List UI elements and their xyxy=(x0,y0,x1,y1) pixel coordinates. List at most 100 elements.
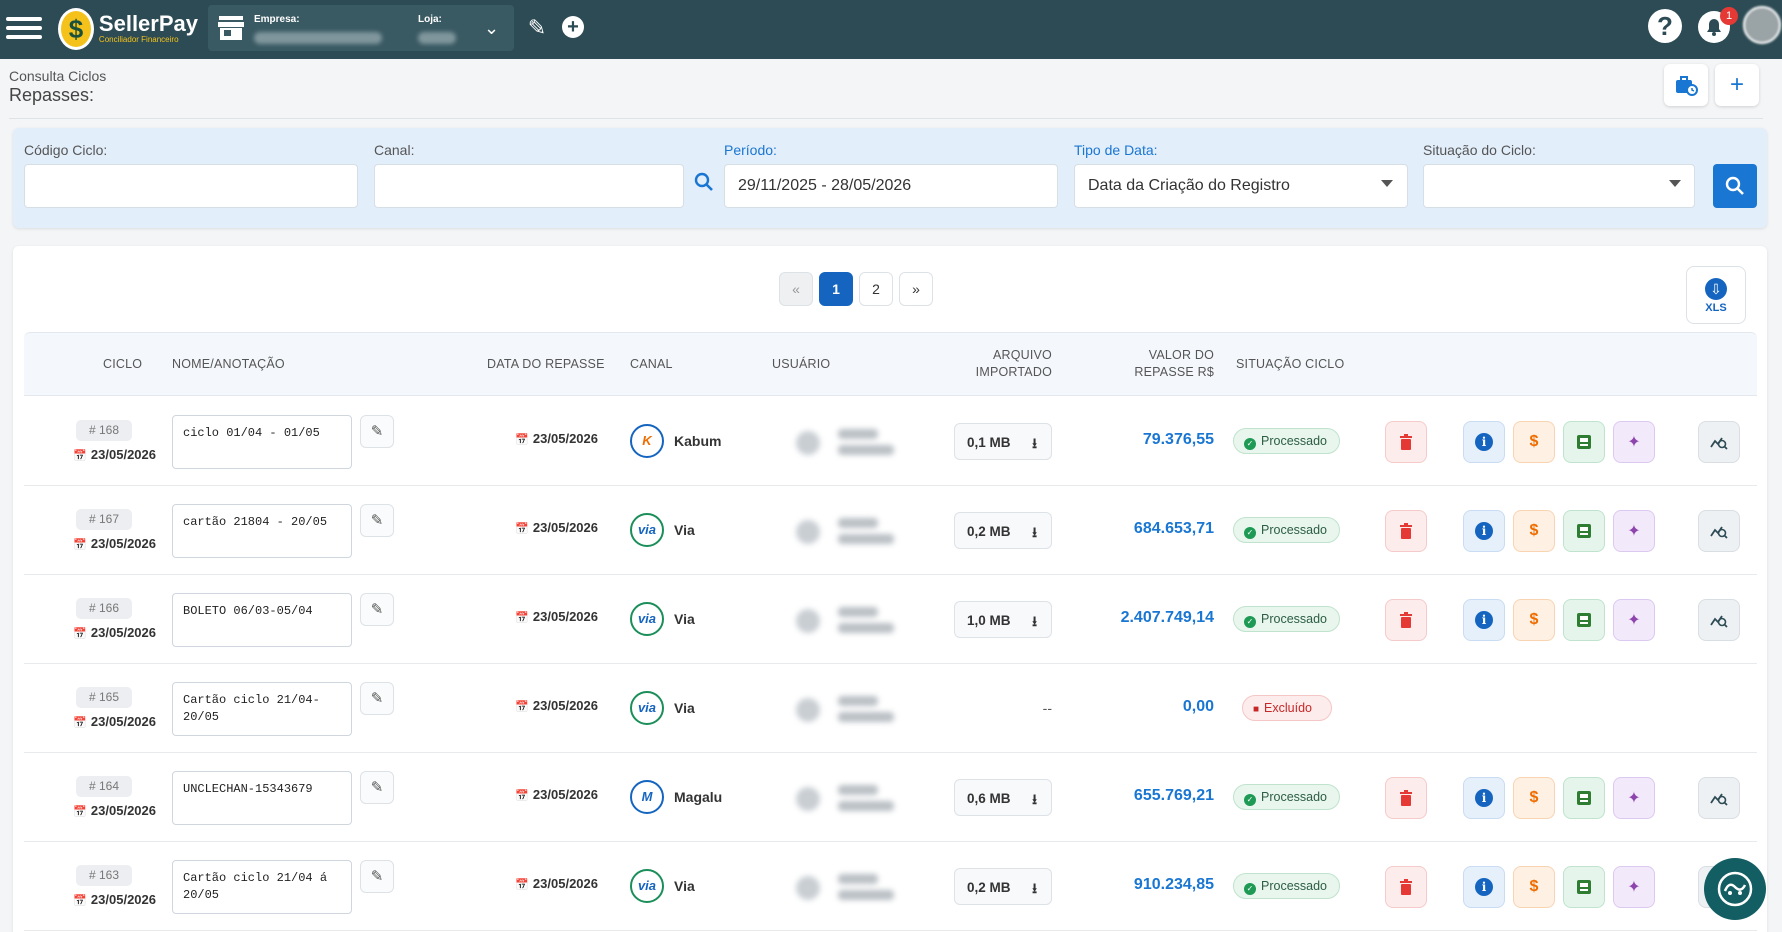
repasse-date: 📅 23/05/2026 xyxy=(454,876,598,891)
delete-button[interactable] xyxy=(1385,599,1427,641)
info-button[interactable]: i xyxy=(1463,777,1505,819)
search-button[interactable] xyxy=(1713,164,1757,208)
tipo-data-caret-icon[interactable] xyxy=(1381,180,1393,187)
add-button[interactable]: + xyxy=(1715,64,1759,106)
status-text: Processado xyxy=(1261,523,1328,537)
page-1[interactable]: 1 xyxy=(819,272,853,306)
delete-button[interactable] xyxy=(1385,510,1427,552)
trash-icon xyxy=(1400,612,1412,628)
th-valor-1[interactable]: VALOR DO xyxy=(1084,348,1214,362)
status-text: Excluído xyxy=(1264,701,1312,715)
info-button[interactable]: i xyxy=(1463,599,1505,641)
note-field[interactable]: ciclo 01/04 - 01/05 xyxy=(172,415,352,469)
ai-button[interactable]: ✦ xyxy=(1613,510,1655,552)
repasse-date-text: 23/05/2026 xyxy=(532,698,598,713)
table-row: # 167 📅 23/05/2026 cartão 21804 - 20/05 ✎ 📅 23… xyxy=(24,486,1757,575)
sparkle-icon: ✦ xyxy=(1627,434,1641,451)
edit-note-button[interactable]: ✎ xyxy=(360,860,394,893)
download-file-button[interactable]: 0,2 MB ⭳ xyxy=(954,512,1052,549)
ciclo-date-text: 23/05/2026 xyxy=(90,625,156,640)
menu-icon[interactable] xyxy=(6,12,42,46)
note-field[interactable]: Cartão ciclo 21/04 á 20/05 xyxy=(172,860,352,914)
analysis-button[interactable] xyxy=(1698,421,1740,463)
situacao-caret-icon[interactable] xyxy=(1669,180,1681,187)
note-field[interactable]: UNCLECHAN-15343679 xyxy=(172,771,352,825)
analysis-button[interactable] xyxy=(1698,510,1740,552)
sheet-button[interactable] xyxy=(1563,510,1605,552)
money-button[interactable]: $ xyxy=(1513,421,1555,463)
money-button[interactable]: $ xyxy=(1513,866,1555,908)
download-file-button[interactable]: 0,6 MB ⭳ xyxy=(954,779,1052,816)
analysis-button[interactable] xyxy=(1698,599,1740,641)
note-field[interactable]: BOLETO 06/03-05/04 xyxy=(172,593,352,647)
download-icon: ⭳ xyxy=(1032,613,1037,629)
info-icon: i xyxy=(1475,522,1493,540)
th-canal[interactable]: CANAL xyxy=(630,357,673,371)
download-file-button[interactable]: 0,2 MB ⭳ xyxy=(954,868,1052,905)
money-button[interactable]: $ xyxy=(1513,777,1555,819)
sheet-button[interactable] xyxy=(1563,777,1605,819)
info-button[interactable]: i xyxy=(1463,510,1505,552)
chevron-down-icon[interactable]: ⌄ xyxy=(484,18,499,39)
sheet-button[interactable] xyxy=(1563,599,1605,641)
page-next[interactable]: » xyxy=(899,272,933,306)
periodo-input[interactable]: 29/11/2025 - 28/05/2026 xyxy=(724,164,1058,208)
sheet-button[interactable] xyxy=(1563,421,1605,463)
canal-input[interactable] xyxy=(374,164,684,208)
canal-label: Canal: xyxy=(374,142,415,158)
info-button[interactable]: i xyxy=(1463,421,1505,463)
repasse-date: 📅 23/05/2026 xyxy=(454,787,598,802)
table-row: # 165 📅 23/05/2026 Cartão ciclo 21/04-20/05… xyxy=(24,664,1757,753)
ciclo-date-text: 23/05/2026 xyxy=(90,536,156,551)
edit-note-button[interactable]: ✎ xyxy=(360,682,394,715)
th-valor-2[interactable]: REPASSE R$ xyxy=(1084,365,1214,379)
edit-note-button[interactable]: ✎ xyxy=(360,415,394,448)
delete-button[interactable] xyxy=(1385,866,1427,908)
ai-button[interactable]: ✦ xyxy=(1613,599,1655,641)
edit-note-button[interactable]: ✎ xyxy=(360,504,394,537)
plus-circle-icon[interactable]: + xyxy=(562,16,584,38)
app-logo[interactable]: $ SellerPay Conciliador Financeiro xyxy=(58,5,198,53)
note-field[interactable]: Cartão ciclo 21/04-20/05 xyxy=(172,682,352,736)
download-file-button[interactable]: 1,0 MB ⭳ xyxy=(954,601,1052,638)
calendar-settings-button[interactable] xyxy=(1664,64,1708,106)
calendar-icon: 📅 xyxy=(515,434,529,446)
trash-icon xyxy=(1400,879,1412,895)
user-avatar[interactable] xyxy=(1743,6,1781,44)
page-2[interactable]: 2 xyxy=(859,272,893,306)
calendar-icon: 📅 xyxy=(73,450,87,462)
sparkle-icon: ✦ xyxy=(1627,879,1641,896)
ai-button[interactable]: ✦ xyxy=(1613,777,1655,819)
delete-button[interactable] xyxy=(1385,421,1427,463)
ciclo-badge: # 165 xyxy=(76,687,132,708)
note-field[interactable]: cartão 21804 - 20/05 xyxy=(172,504,352,558)
edit-note-button[interactable]: ✎ xyxy=(360,771,394,804)
tipo-data-select[interactable]: Data da Criação do Registro xyxy=(1074,164,1408,208)
ai-button[interactable]: ✦ xyxy=(1613,866,1655,908)
codigo-ciclo-input[interactable] xyxy=(24,164,358,208)
help-icon[interactable]: ? xyxy=(1648,9,1682,43)
money-button[interactable]: $ xyxy=(1513,599,1555,641)
calendar-icon: 📅 xyxy=(515,612,529,624)
canal-search-icon[interactable] xyxy=(694,172,714,198)
th-usuario: USUÁRIO xyxy=(772,357,831,371)
th-data[interactable]: DATA DO REPASSE xyxy=(487,357,605,371)
money-button[interactable]: $ xyxy=(1513,510,1555,552)
chart-search-icon xyxy=(1710,793,1728,806)
canal-name: Via xyxy=(674,700,695,716)
sheet-button[interactable] xyxy=(1563,866,1605,908)
store-selector[interactable]: Empresa: Loja: ⌄ xyxy=(208,5,514,51)
pencil-icon[interactable]: ✎ xyxy=(524,15,550,41)
analysis-button[interactable] xyxy=(1698,777,1740,819)
delete-button[interactable] xyxy=(1385,777,1427,819)
info-button[interactable]: i xyxy=(1463,866,1505,908)
page-prev[interactable]: « xyxy=(779,272,813,306)
chat-button[interactable] xyxy=(1704,858,1766,920)
download-file-button[interactable]: 0,1 MB ⭳ xyxy=(954,423,1052,460)
ai-button[interactable]: ✦ xyxy=(1613,421,1655,463)
export-xls-button[interactable]: ⇩ XLS xyxy=(1686,266,1746,324)
edit-note-button[interactable]: ✎ xyxy=(360,593,394,626)
situacao-select[interactable] xyxy=(1423,164,1695,208)
repasse-date: 📅 23/05/2026 xyxy=(454,698,598,713)
download-icon: ⭳ xyxy=(1032,791,1037,807)
